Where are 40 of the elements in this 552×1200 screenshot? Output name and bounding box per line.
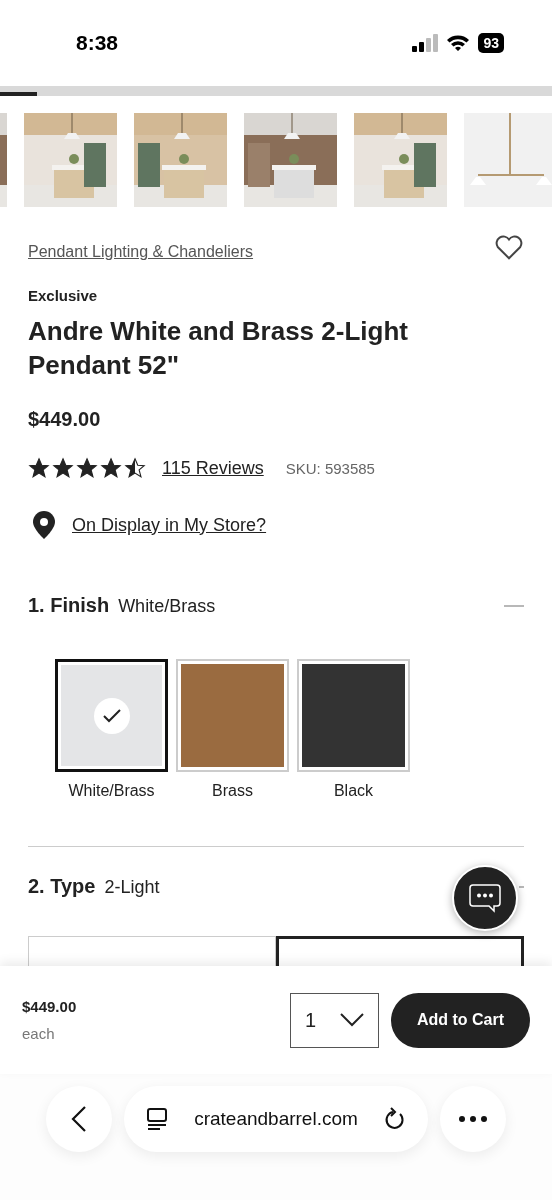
chat-icon xyxy=(469,883,501,913)
address-bar[interactable]: crateandbarrel.com xyxy=(124,1086,428,1152)
status-time: 8:38 xyxy=(76,31,119,55)
product-title: Andre White and Brass 2-Light Pendant 52" xyxy=(28,315,409,382)
finish-swatch[interactable] xyxy=(55,659,168,772)
exclusive-label: Exclusive xyxy=(28,287,99,304)
reload-icon[interactable] xyxy=(384,1107,406,1131)
option-heading: 2. Type xyxy=(28,875,96,898)
sku-text: SKU: 593585 xyxy=(285,459,375,477)
more-icon xyxy=(459,1116,487,1122)
cart-price: $449.00 xyxy=(22,998,78,1015)
chat-button[interactable] xyxy=(452,865,518,931)
option-heading: 1. Finish xyxy=(28,594,110,617)
url-text: crateandbarrel.com xyxy=(194,1108,358,1130)
page-menu-icon xyxy=(146,1107,168,1131)
star-icon xyxy=(100,457,122,479)
unit-label: each xyxy=(22,1025,56,1042)
product-price: $449.00 xyxy=(28,408,102,431)
store-availability-link[interactable]: On Display in My Store? xyxy=(72,514,267,536)
chevron-down-icon xyxy=(340,1013,364,1027)
star-icon xyxy=(124,457,146,479)
battery-level: 93 xyxy=(478,33,504,53)
wifi-icon xyxy=(446,34,471,52)
star-icon xyxy=(52,457,74,479)
checkmark-icon xyxy=(93,697,130,734)
star-icon xyxy=(28,457,50,479)
back-icon xyxy=(71,1105,87,1133)
quantity-select[interactable]: 1 xyxy=(290,992,379,1048)
swatch-label: Brass xyxy=(212,782,253,800)
add-to-cart-button[interactable]: Add to Cart xyxy=(391,992,530,1048)
location-pin-icon xyxy=(32,511,56,539)
reviews-link[interactable]: 115 Reviews xyxy=(162,457,264,479)
swatch-label: Black xyxy=(333,782,374,800)
signal-icon xyxy=(412,34,439,52)
heart-icon[interactable] xyxy=(494,233,524,261)
option-value: White/Brass xyxy=(118,596,216,617)
breadcrumb-link[interactable]: Pendant Lighting & Chandeliers xyxy=(28,243,254,261)
swatch-label: White/Brass xyxy=(68,782,155,800)
option-value: 2-Light xyxy=(104,877,160,898)
star-icon xyxy=(76,457,98,479)
